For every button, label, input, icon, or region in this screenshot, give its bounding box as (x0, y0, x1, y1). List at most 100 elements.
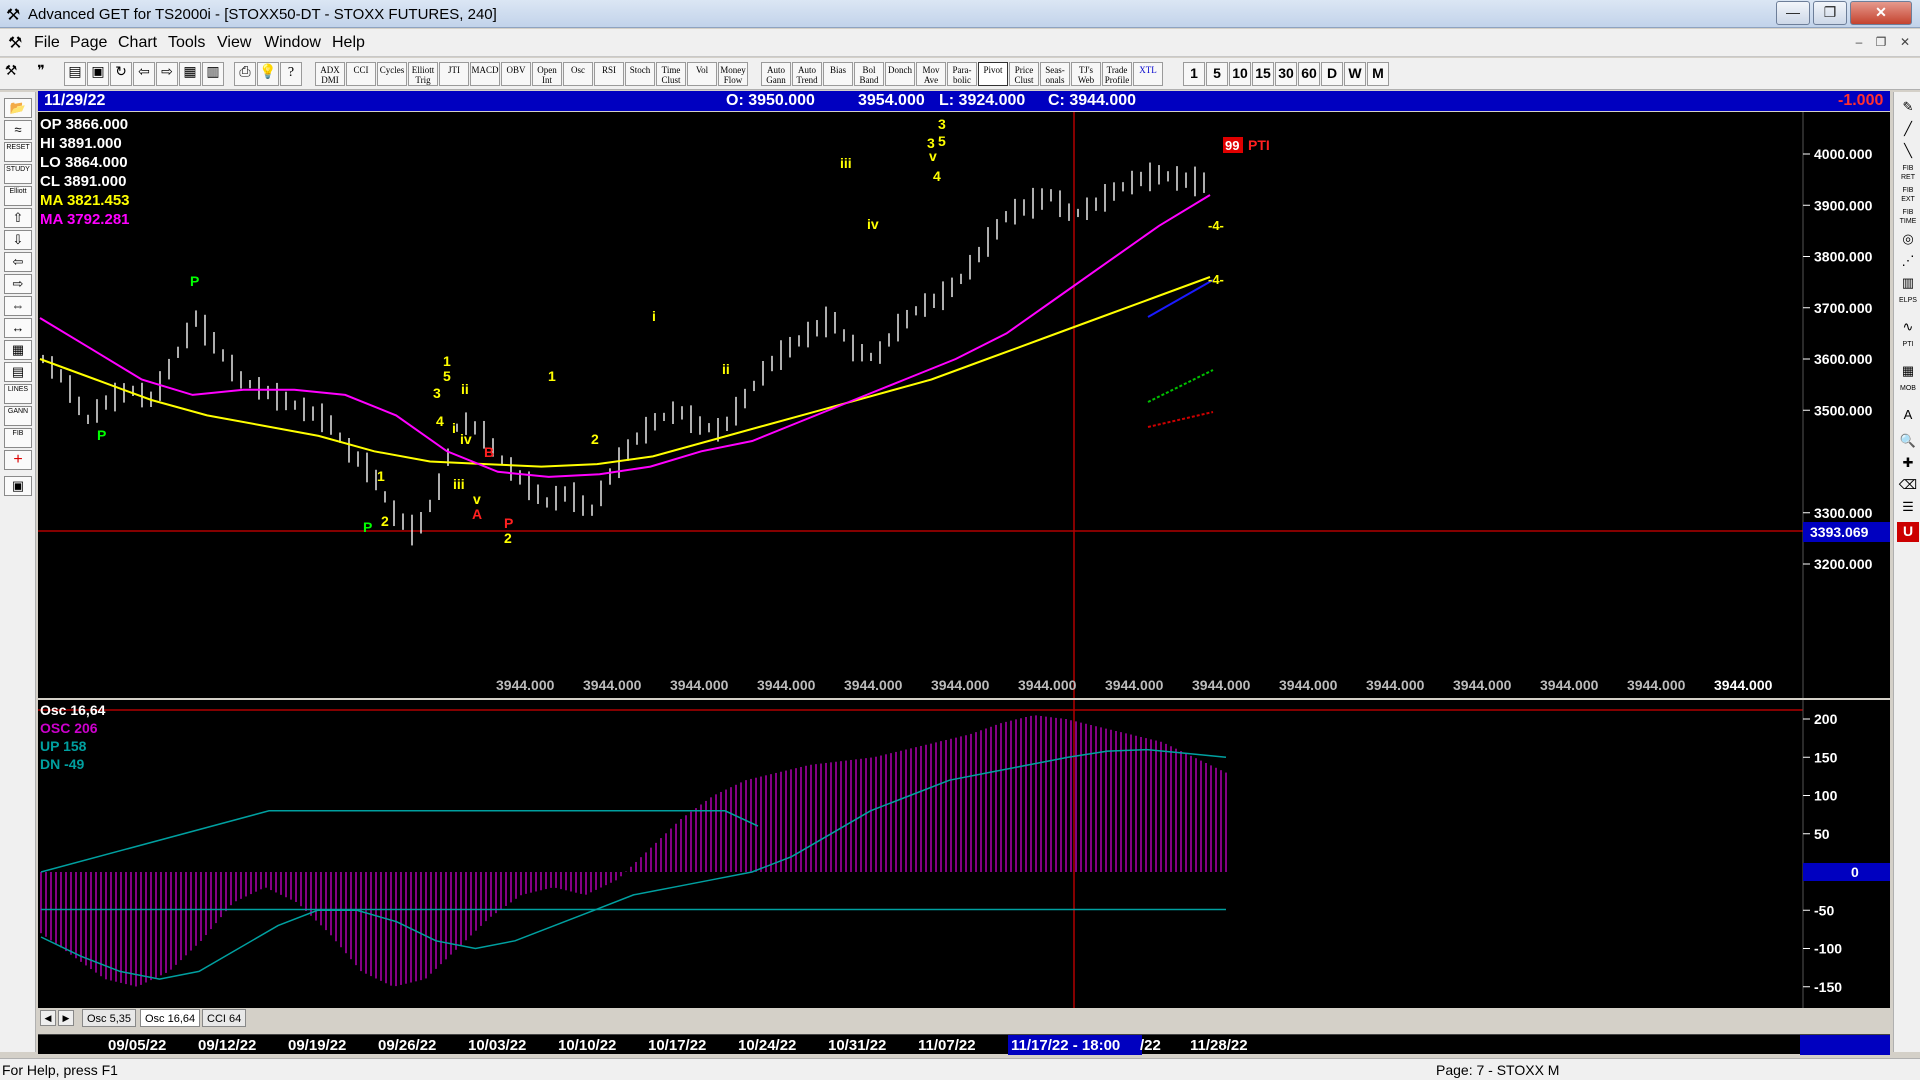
menu-chart[interactable]: Chart (118, 34, 157, 52)
crosshair-icon[interactable]: + (4, 450, 32, 470)
gann-button[interactable]: GANN (4, 406, 32, 426)
study-tjs-web-button[interactable]: TJ's Web (1071, 62, 1101, 86)
list-icon[interactable]: ☰ (1897, 498, 1919, 518)
marker-icon[interactable]: ✚ (1897, 454, 1919, 474)
layout-icon[interactable]: ▥ (202, 62, 224, 86)
line-tool-icon[interactable]: ╱ (1897, 120, 1919, 140)
settings-icon[interactable]: ▣ (4, 476, 32, 496)
refresh-icon[interactable]: ↻ (110, 62, 132, 86)
interval-60-button[interactable]: 60 (1298, 62, 1320, 86)
study-bol-band-button[interactable]: Bol Band (854, 62, 884, 86)
study-obv-button[interactable]: OBV (501, 62, 531, 86)
expand-icon[interactable]: ↔ (4, 318, 32, 338)
undo-button[interactable]: U (1897, 522, 1919, 542)
study-auto-gann-button[interactable]: Auto Gann (761, 62, 791, 86)
elliott-button[interactable]: Elliott (4, 186, 32, 206)
pencil-icon[interactable]: ✎ (1897, 98, 1919, 118)
study-cycles-button[interactable]: Cycles (377, 62, 407, 86)
study-donch-button[interactable]: Donch (885, 62, 915, 86)
interval-1-button[interactable]: 1 (1183, 62, 1205, 86)
back-icon[interactable]: ⇦ (133, 62, 155, 86)
ellipse-button[interactable]: ELPS (1897, 296, 1919, 316)
pti-button[interactable]: PTI (1897, 340, 1919, 360)
study-open-int-button[interactable]: Open Int (532, 62, 562, 86)
pin-icon[interactable]: ⚒ (4, 62, 18, 86)
fan-tool-icon[interactable]: ⋰ (1897, 252, 1919, 272)
oscillator-chart[interactable]: 0 200 150 100 50 -50 -100 -150 Osc 16,64 OSC 2… (38, 700, 1890, 1008)
menu-help[interactable]: Help (332, 34, 365, 52)
interval-5-button[interactable]: 5 (1206, 62, 1228, 86)
study-auto-trend-button[interactable]: Auto Trend (792, 62, 822, 86)
zoom-icon[interactable]: 🔍 (1897, 432, 1919, 452)
open-folder-icon[interactable]: 📂 (4, 98, 32, 118)
wave-icon[interactable]: ≈ (4, 120, 32, 140)
mdi-close-button[interactable]: ✕ (1894, 33, 1916, 51)
help-icon[interactable]: ? (280, 62, 302, 86)
tab-cci-64[interactable]: CCI 64 (202, 1009, 247, 1027)
erase-icon[interactable]: ⌫ (1897, 476, 1919, 496)
reset-button[interactable]: RESET (4, 142, 32, 162)
channel-tool-icon[interactable]: ▥ (1897, 274, 1919, 294)
mdi-restore-button[interactable]: ❐ (1870, 33, 1892, 51)
trend-tool-icon[interactable]: ╲ (1897, 142, 1919, 162)
fib-ext-button[interactable]: FIB EXT (1897, 186, 1919, 206)
study-jti-button[interactable]: JTI (439, 62, 469, 86)
study-rsi-button[interactable]: RSI (594, 62, 624, 86)
study-cci-button[interactable]: CCI (346, 62, 376, 86)
study-macd-button[interactable]: MACD (470, 62, 500, 86)
study-seasonals-button[interactable]: Seas-onals (1040, 62, 1070, 86)
study-elliott-trig-button[interactable]: Elliott Trig (408, 62, 438, 86)
interval-30-button[interactable]: 30 (1275, 62, 1297, 86)
quote-icon[interactable]: ❞ (30, 62, 52, 86)
study-vol-button[interactable]: Vol (687, 62, 717, 86)
forward-icon[interactable]: ⇨ (156, 62, 178, 86)
price-chart[interactable]: P P P 1 5 ii 3 4 i 1 2 iv iii v A B P 2 1 2 i ii iii iv 3 3 5 v 4 99… (38, 112, 1890, 698)
tab-osc-16-64[interactable]: Osc 16,64 (140, 1009, 201, 1027)
grid-icon[interactable]: ▦ (179, 62, 201, 86)
document-icon[interactable]: ⚒ (8, 33, 22, 53)
study-xtl-button[interactable]: XTL (1133, 62, 1163, 86)
wave-tool-icon[interactable]: ∿ (1897, 318, 1919, 338)
study-mov-ave-button[interactable]: Mov Ave (916, 62, 946, 86)
menu-page[interactable]: Page (70, 34, 107, 52)
menu-window[interactable]: Window (264, 34, 321, 52)
mdi-minimize-button[interactable]: – (1848, 33, 1870, 51)
interval-weekly-button[interactable]: W (1344, 62, 1366, 86)
study-button[interactable]: STUDY (4, 164, 32, 184)
interval-15-button[interactable]: 15 (1252, 62, 1274, 86)
study-stoch-button[interactable]: Stoch (625, 62, 655, 86)
tab-osc-5-35[interactable]: Osc 5,35 (82, 1009, 137, 1027)
interval-10-button[interactable]: 10 (1229, 62, 1251, 86)
grid-tool-icon[interactable]: ▦ (1897, 362, 1919, 382)
study-parabolic-button[interactable]: Para-bolic (947, 62, 977, 86)
print-icon[interactable]: ⎙ (234, 62, 256, 86)
arrow-left-icon[interactable]: ⇦ (4, 252, 32, 272)
save-icon[interactable]: ▣ (87, 62, 109, 86)
close-button[interactable]: ✕ (1850, 1, 1912, 25)
arrow-up-icon[interactable]: ⇧ (4, 208, 32, 228)
fib-button[interactable]: FIB (4, 428, 32, 448)
mob-button[interactable]: MOB (1897, 384, 1919, 404)
study-money-flow-button[interactable]: Money Flow (718, 62, 748, 86)
study-adx-button[interactable]: ADX DMI (315, 62, 345, 86)
open-icon[interactable]: ▤ (64, 62, 86, 86)
menu-view[interactable]: View (217, 34, 251, 52)
study-trade-profile-button[interactable]: Trade Profile (1102, 62, 1132, 86)
arrow-right-icon[interactable]: ⇨ (4, 274, 32, 294)
tab-next-button[interactable]: ▶ (58, 1010, 74, 1026)
fib-ret-button[interactable]: FIB RET (1897, 164, 1919, 184)
lines-button[interactable]: LINES (4, 384, 32, 404)
maximize-button[interactable]: ❐ (1813, 1, 1847, 25)
study-pivot-button[interactable]: Pivot (978, 62, 1008, 86)
fib-time-button[interactable]: FIB TIME (1897, 208, 1919, 228)
study-bias-button[interactable]: Bias (823, 62, 853, 86)
study-time-clust-button[interactable]: Time Clust (656, 62, 686, 86)
circle-tool-icon[interactable]: ◎ (1897, 230, 1919, 250)
table-icon[interactable]: ▦ (4, 340, 32, 360)
menu-file[interactable]: File (34, 34, 60, 52)
tab-prev-button[interactable]: ◀ (40, 1010, 56, 1026)
lightbulb-icon[interactable]: 💡 (257, 62, 279, 86)
interval-daily-button[interactable]: D (1321, 62, 1343, 86)
text-tool-icon[interactable]: A (1897, 406, 1919, 426)
minimize-button[interactable]: — (1776, 1, 1810, 25)
